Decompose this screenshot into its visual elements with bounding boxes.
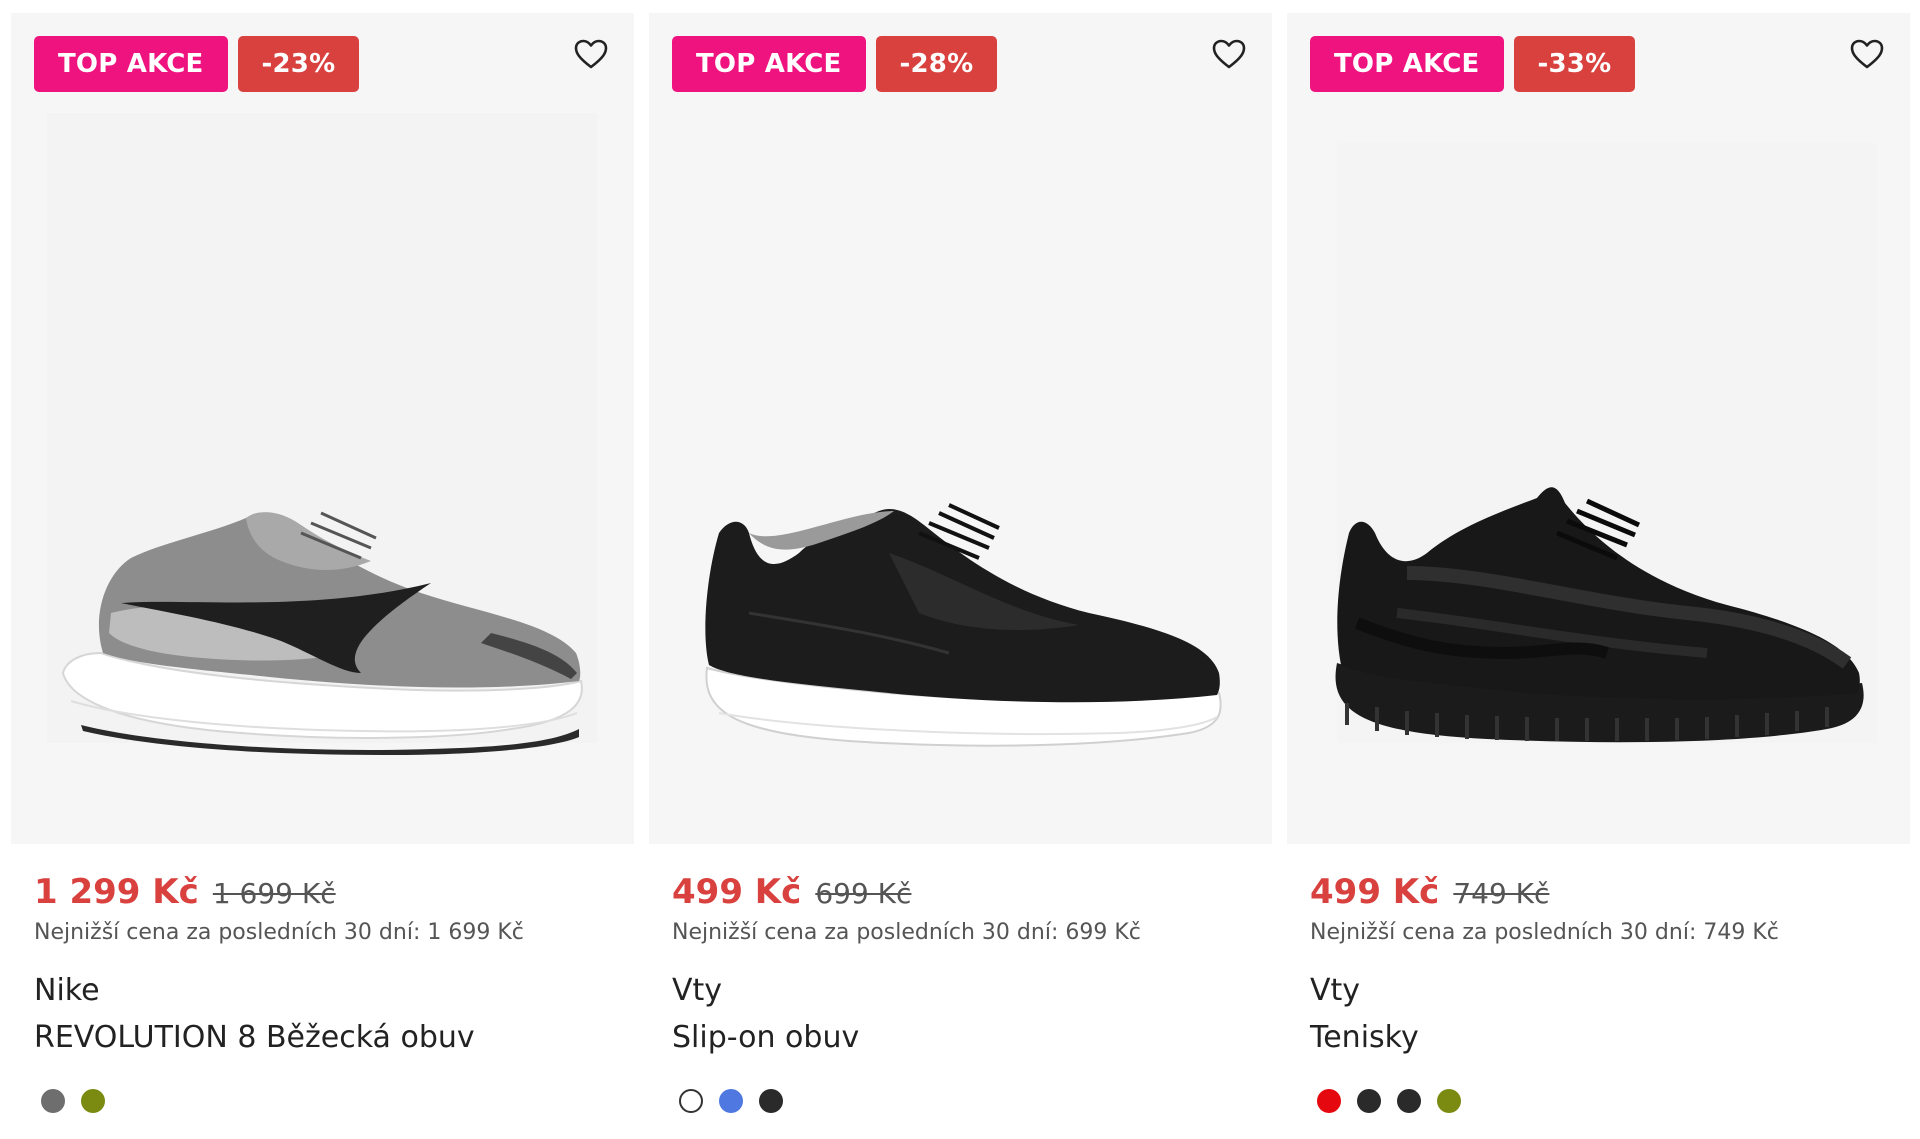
product-name[interactable]: REVOLUTION 8 Běžecká obuv xyxy=(34,1020,611,1055)
product-name[interactable]: Slip-on obuv xyxy=(672,1020,1249,1055)
color-swatch-olive[interactable] xyxy=(81,1089,105,1113)
color-swatches xyxy=(672,1089,1249,1113)
lowest-price-note: Nejnižší cena za posledních 30 dní: 699 … xyxy=(672,920,1141,945)
grey-running-shoe-image xyxy=(61,511,583,755)
product-card[interactable]: TOP AKCE -23% 1 299 Kč 1 699 Kč Nejnižší… xyxy=(11,13,634,1133)
product-image-area[interactable]: TOP AKCE -33% xyxy=(1287,13,1910,844)
product-brand[interactable]: Vty xyxy=(672,973,1249,1008)
current-price: 1 299 Kč xyxy=(34,872,199,912)
color-swatches xyxy=(34,1089,611,1113)
color-swatch-blue[interactable] xyxy=(719,1089,743,1113)
product-card[interactable]: TOP AKCE -33% 499 Kč 749 Kč Nejnižší cen… xyxy=(1287,13,1910,1133)
badge-group: TOP AKCE -23% xyxy=(34,36,360,92)
original-price: 699 Kč xyxy=(815,877,912,910)
product-image-area[interactable]: TOP AKCE -23% xyxy=(11,13,634,844)
color-swatch-olive[interactable] xyxy=(1437,1089,1461,1113)
black-knit-sneaker-image xyxy=(1335,487,1864,743)
product-brand[interactable]: Vty xyxy=(1310,973,1887,1008)
lowest-price-note: Nejnižší cena za posledních 30 dní: 1 69… xyxy=(34,920,524,945)
product-brand[interactable]: Nike xyxy=(34,973,611,1008)
discount-badge: -28% xyxy=(875,36,998,92)
product-image-area[interactable]: TOP AKCE -28% xyxy=(649,13,1272,844)
color-swatches xyxy=(1310,1089,1887,1113)
top-akce-badge: TOP AKCE xyxy=(34,36,228,92)
badge-group: TOP AKCE -28% xyxy=(672,36,998,92)
original-price: 1 699 Kč xyxy=(212,877,336,910)
favorite-button[interactable] xyxy=(568,31,614,77)
product-name[interactable]: Tenisky xyxy=(1310,1020,1887,1055)
color-swatch-red[interactable] xyxy=(1317,1089,1341,1113)
original-price: 749 Kč xyxy=(1453,877,1550,910)
color-swatch-black[interactable] xyxy=(1357,1089,1381,1113)
price-row: 1 299 Kč 1 699 Kč xyxy=(34,872,611,914)
price-row: 499 Kč 749 Kč xyxy=(1310,872,1887,914)
lowest-price-note: Nejnižší cena za posledních 30 dní: 749 … xyxy=(1310,920,1779,945)
favorite-button[interactable] xyxy=(1206,31,1252,77)
heart-icon xyxy=(1850,39,1884,69)
discount-badge: -33% xyxy=(1513,36,1636,92)
color-swatch-white[interactable] xyxy=(679,1089,703,1113)
product-info: 499 Kč 749 Kč Nejnižší cena za posledníc… xyxy=(1287,872,1910,1113)
product-info: 1 299 Kč 1 699 Kč Nejnižší cena za posle… xyxy=(11,872,634,1113)
badge-group: TOP AKCE -33% xyxy=(1310,36,1636,92)
color-swatch-black[interactable] xyxy=(1397,1089,1421,1113)
heart-icon xyxy=(574,39,608,69)
top-akce-badge: TOP AKCE xyxy=(672,36,866,92)
black-sneaker-image xyxy=(705,503,1222,747)
discount-badge: -23% xyxy=(237,36,360,92)
product-info: 499 Kč 699 Kč Nejnižší cena za posledníc… xyxy=(649,872,1272,1113)
top-akce-badge: TOP AKCE xyxy=(1310,36,1504,92)
price-row: 499 Kč 699 Kč xyxy=(672,872,1249,914)
product-card[interactable]: TOP AKCE -28% 499 Kč 699 Kč Nejnižší cen… xyxy=(649,13,1272,1133)
heart-icon xyxy=(1212,39,1246,69)
current-price: 499 Kč xyxy=(1310,872,1440,912)
color-swatch-black[interactable] xyxy=(759,1089,783,1113)
favorite-button[interactable] xyxy=(1844,31,1890,77)
color-swatch-grey[interactable] xyxy=(41,1089,65,1113)
product-grid: TOP AKCE -23% 1 299 Kč 1 699 Kč Nejnižší… xyxy=(11,13,1910,1133)
current-price: 499 Kč xyxy=(672,872,802,912)
